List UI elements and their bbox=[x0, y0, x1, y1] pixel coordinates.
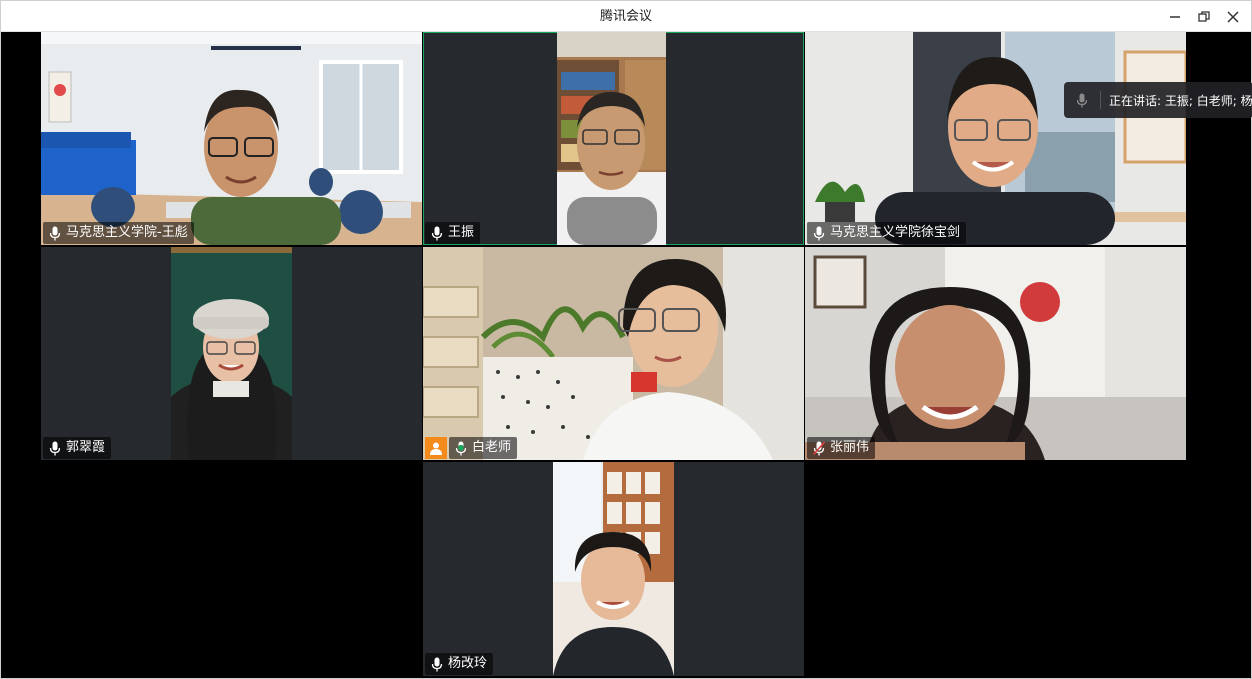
participant-name: 张丽伟 bbox=[830, 440, 870, 455]
host-badge bbox=[425, 437, 447, 459]
participant-name-tag: 张丽伟 bbox=[807, 437, 876, 459]
speaking-indicator[interactable]: 正在讲话: 王振; 白老师; 杨 bbox=[1064, 82, 1252, 118]
restore-icon bbox=[1198, 11, 1210, 22]
minimize-button[interactable] bbox=[1164, 6, 1186, 28]
participant-tile[interactable]: 郭翠霞 bbox=[41, 247, 422, 460]
participant-tile[interactable]: 王振 bbox=[423, 32, 804, 245]
microphone-icon bbox=[429, 225, 445, 241]
meeting-window: 腾讯会议 马克思主义学院-王彪 王振 马克思主义学院徐宝剑 郭翠霞 白老师 张丽… bbox=[0, 0, 1252, 679]
participant-video bbox=[171, 247, 292, 460]
microphone-icon bbox=[47, 225, 63, 241]
participant-tile[interactable]: 马克思主义学院-王彪 bbox=[41, 32, 422, 245]
person-icon bbox=[430, 442, 442, 455]
minimize-icon bbox=[1170, 16, 1180, 18]
participant-name-tag: 杨改玲 bbox=[425, 653, 494, 675]
participant-name: 白老师 bbox=[472, 440, 512, 455]
participant-video bbox=[553, 462, 674, 676]
participant-video bbox=[557, 32, 666, 245]
divider bbox=[1100, 91, 1101, 109]
microphone-icon bbox=[429, 656, 445, 672]
participant-name-tag: 白老师 bbox=[449, 437, 518, 459]
participant-name-tag: 马克思主义学院-王彪 bbox=[43, 222, 194, 244]
speaking-label: 正在讲话: 王振; 白老师; 杨 bbox=[1109, 93, 1252, 108]
title-bar: 腾讯会议 bbox=[1, 1, 1251, 32]
participant-name-tag: 郭翠霞 bbox=[43, 437, 112, 459]
participant-video bbox=[805, 247, 1186, 460]
participant-name: 马克思主义学院-王彪 bbox=[66, 225, 188, 240]
participant-name: 马克思主义学院徐宝剑 bbox=[830, 225, 961, 240]
participant-tile[interactable]: 张丽伟 bbox=[805, 247, 1186, 460]
participant-tile[interactable]: 马克思主义学院徐宝剑 bbox=[805, 32, 1186, 245]
video-grid: 马克思主义学院-王彪 王振 马克思主义学院徐宝剑 郭翠霞 白老师 张丽伟 杨改玲 bbox=[5, 32, 1249, 676]
participant-video bbox=[41, 32, 422, 245]
participant-name: 郭翠霞 bbox=[66, 440, 106, 455]
microphone-speaking-icon bbox=[453, 440, 469, 456]
participant-name: 王振 bbox=[448, 225, 475, 240]
participant-video bbox=[423, 247, 804, 460]
participant-name: 杨改玲 bbox=[448, 656, 488, 671]
close-button[interactable] bbox=[1222, 6, 1244, 28]
close-icon bbox=[1227, 11, 1239, 23]
microphone-icon bbox=[1076, 91, 1090, 109]
microphone-muted-icon bbox=[811, 440, 827, 456]
participant-tile[interactable]: 杨改玲 bbox=[423, 462, 804, 676]
microphone-icon bbox=[811, 225, 827, 241]
restore-button[interactable] bbox=[1193, 6, 1215, 28]
microphone-icon bbox=[47, 440, 63, 456]
participant-name-tag: 王振 bbox=[425, 222, 481, 244]
window-title: 腾讯会议 bbox=[599, 9, 652, 24]
participant-tile[interactable]: 白老师 bbox=[423, 247, 804, 460]
participant-video bbox=[805, 32, 1186, 245]
participant-name-tag: 马克思主义学院徐宝剑 bbox=[807, 222, 967, 244]
